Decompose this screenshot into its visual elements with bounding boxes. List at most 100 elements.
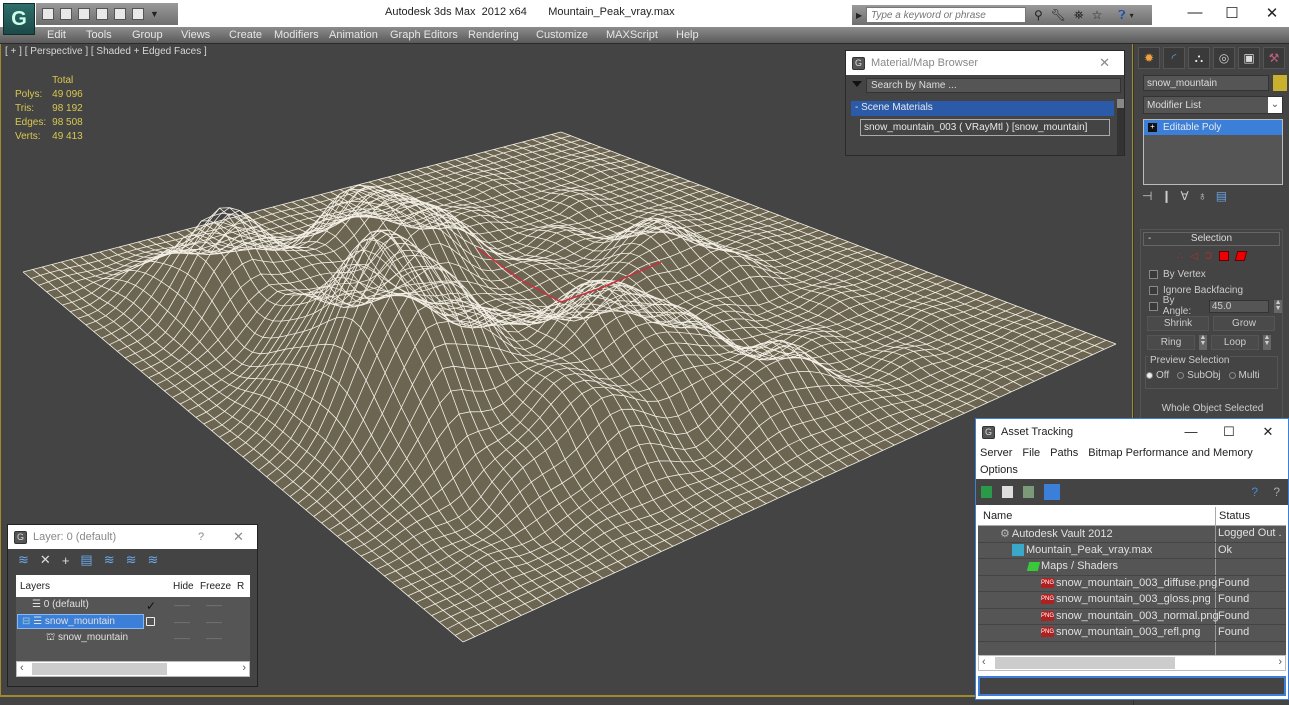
modify-tab-icon[interactable]: ◜: [1163, 47, 1185, 69]
hide-all-layers-icon[interactable]: ≋: [126, 552, 137, 568]
column-header-render[interactable]: R: [237, 581, 244, 592]
asset-row[interactable]: PNG snow_mountain_003_refl.png Found: [978, 625, 1286, 642]
polygon-icon[interactable]: [1219, 251, 1230, 261]
menu-paths[interactable]: Paths: [1050, 447, 1078, 459]
preview-subobj-radio[interactable]: SubObj: [1177, 370, 1221, 381]
border-icon[interactable]: Ɔ: [1205, 251, 1212, 262]
menu-server[interactable]: Server: [980, 447, 1012, 459]
options-dropdown-icon[interactable]: [852, 81, 862, 87]
column-header-layers[interactable]: Layers: [20, 581, 50, 592]
ring-button[interactable]: Ring: [1147, 335, 1195, 350]
menu-views[interactable]: Views: [181, 29, 210, 41]
menu-bitmap-performance[interactable]: Bitmap Performance and Memory: [1088, 447, 1252, 459]
hold-icon[interactable]: [132, 8, 144, 20]
menu-rendering[interactable]: Rendering: [468, 29, 519, 41]
material-item[interactable]: snow_mountain_003 ( VRayMtl ) [snow_moun…: [860, 119, 1110, 136]
help-icon[interactable]: ?: [1251, 485, 1258, 499]
close-button[interactable]: ✕: [1253, 424, 1283, 440]
menu-file[interactable]: File: [1022, 447, 1040, 459]
wrench-icon[interactable]: 🔧︎: [1051, 8, 1066, 22]
undo-icon[interactable]: [78, 8, 90, 20]
hierarchy-tab-icon[interactable]: ⛬: [1188, 47, 1210, 69]
viewport-label[interactable]: [ + ] [ Perspective ] [ Shaded + Edged F…: [5, 46, 207, 57]
close-button[interactable]: ✕: [1252, 4, 1289, 24]
layer-manager-title-bar[interactable]: G Layer: 0 (default) ? ✕: [8, 525, 257, 549]
preview-multi-radio[interactable]: Multi: [1228, 370, 1260, 381]
expand-icon[interactable]: +: [1148, 123, 1157, 132]
list-view-icon[interactable]: [1002, 486, 1013, 498]
save-file-icon[interactable]: [60, 8, 72, 20]
menu-graph-editors[interactable]: Graph Editors: [390, 29, 458, 41]
minimize-button[interactable]: —: [1175, 4, 1215, 24]
by-vertex-checkbox[interactable]: By Vertex: [1141, 266, 1282, 282]
scroll-right-icon[interactable]: ›: [1278, 656, 1282, 668]
qat-dropdown-icon[interactable]: ▼: [150, 9, 159, 19]
chevron-down-icon[interactable]: ⌄: [1268, 97, 1282, 113]
app-menu-button[interactable]: G: [3, 3, 35, 35]
close-button[interactable]: ✕: [233, 529, 244, 545]
star-icon[interactable]: ☆: [1092, 8, 1103, 22]
select-objects-icon[interactable]: ▤: [80, 552, 92, 568]
layer-row[interactable]: ⛫ snow_mountain —— ——: [16, 630, 250, 647]
ring-spinner-icon[interactable]: ▲ ▼: [1199, 334, 1207, 350]
maximize-button[interactable]: ☐: [1214, 424, 1244, 440]
scrollbar-thumb[interactable]: [995, 657, 1175, 669]
close-icon[interactable]: ✕: [1099, 55, 1110, 71]
by-angle-checkbox[interactable]: By Angle: 45.0 ▲ ▼: [1141, 295, 1282, 317]
asset-tracking-title-bar[interactable]: G Asset Tracking — ☐ ✕: [976, 419, 1288, 445]
shrink-button[interactable]: Shrink: [1147, 316, 1209, 331]
column-header-hide[interactable]: Hide: [173, 581, 194, 592]
hide-toggle[interactable]: ——: [174, 634, 190, 643]
freeze-toggle[interactable]: ——: [206, 634, 222, 643]
stack-item-editable-poly[interactable]: + Editable Poly: [1144, 120, 1282, 135]
minimize-button[interactable]: —: [1176, 424, 1206, 439]
menu-edit[interactable]: Edit: [47, 29, 66, 41]
material-browser-scrollbar[interactable]: [1117, 99, 1124, 155]
asset-row[interactable]: PNG snow_mountain_003_normal.png Found: [978, 609, 1286, 625]
current-layer-checkmark-icon[interactable]: ✓: [146, 599, 156, 613]
asset-row[interactable]: Maps / Shaders: [978, 559, 1286, 576]
pin-stack-icon[interactable]: ⊣: [1142, 189, 1152, 203]
show-end-result-icon[interactable]: ❙: [1161, 189, 1171, 203]
help-button[interactable]: ?: [198, 531, 204, 543]
table-view-icon[interactable]: [1044, 484, 1060, 500]
freeze-toggle[interactable]: ——: [206, 601, 222, 610]
expand-icon[interactable]: ▶: [856, 11, 862, 20]
loop-spinner-icon[interactable]: ▲ ▼: [1263, 334, 1271, 350]
create-tab-icon[interactable]: ✹: [1138, 47, 1160, 69]
layer-row[interactable]: ⊟ ☰ snow_mountain —— ——: [16, 613, 250, 630]
layer-horizontal-scrollbar[interactable]: ‹ ›: [16, 661, 250, 677]
add-to-layer-icon[interactable]: +: [62, 553, 70, 568]
edge-icon[interactable]: ◁: [1190, 251, 1198, 262]
scroll-left-icon[interactable]: ‹: [982, 656, 986, 668]
collapse-icon[interactable]: -: [1148, 233, 1151, 244]
motion-tab-icon[interactable]: ◎: [1213, 47, 1235, 69]
selection-rollout-header[interactable]: - Selection: [1143, 232, 1280, 246]
collapse-icon[interactable]: ⊟: [22, 616, 30, 627]
radio-icon[interactable]: [1177, 371, 1185, 379]
select-layers-icon[interactable]: ≋: [104, 552, 115, 568]
radio-icon[interactable]: [1228, 371, 1236, 379]
open-file-icon[interactable]: [42, 8, 54, 20]
asset-row[interactable]: PNG snow_mountain_003_gloss.png Found: [978, 592, 1286, 609]
grow-button[interactable]: Grow: [1213, 316, 1275, 331]
scrollbar-thumb[interactable]: [32, 663, 167, 675]
object-color-swatch[interactable]: [1273, 75, 1287, 91]
binoculars-icon[interactable]: ⚲: [1034, 8, 1043, 22]
thumbnail-view-icon[interactable]: [1023, 486, 1034, 498]
column-header-freeze[interactable]: Freeze: [200, 581, 231, 592]
create-layer-icon[interactable]: ≋: [18, 552, 29, 568]
menu-animation[interactable]: Animation: [329, 29, 378, 41]
column-header-status[interactable]: Status: [1219, 510, 1250, 522]
element-icon[interactable]: [1234, 251, 1248, 261]
menu-maxscript[interactable]: MAXScript: [606, 29, 658, 41]
make-unique-icon[interactable]: ∀: [1181, 189, 1189, 203]
checkbox[interactable]: [1149, 285, 1158, 295]
checkbox[interactable]: [1149, 301, 1158, 311]
hide-toggle[interactable]: ——: [174, 601, 190, 610]
column-header-name[interactable]: Name: [983, 510, 1012, 522]
remove-modifier-icon[interactable]: ♁: [1198, 189, 1207, 203]
object-name-field[interactable]: snow_mountain: [1143, 75, 1269, 91]
scene-materials-group[interactable]: - Scene Materials: [851, 101, 1114, 116]
menu-help[interactable]: Help: [676, 29, 699, 41]
